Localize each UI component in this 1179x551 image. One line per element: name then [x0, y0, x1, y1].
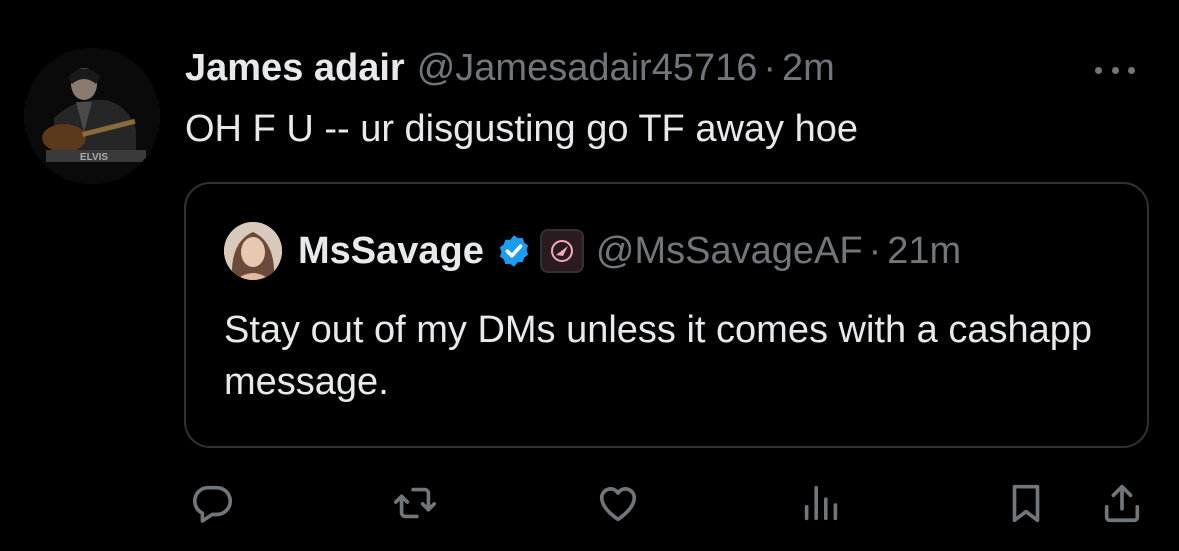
views-button[interactable]	[796, 478, 846, 528]
share-button[interactable]	[1097, 478, 1147, 528]
separator-dot: ·	[868, 230, 882, 272]
affiliation-badge-icon[interactable]	[539, 229, 584, 273]
more-dot	[1095, 66, 1102, 74]
quoted-tweet-header: MsSavage @MsSavageAF · 21m	[298, 228, 961, 274]
tweet[interactable]: ELVIS James adair @Jamesadair45716 · 2m …	[0, 0, 1179, 551]
quoted-tweet-timestamp[interactable]: 21m	[887, 228, 961, 274]
like-button[interactable]	[593, 478, 643, 528]
more-dot	[1111, 66, 1119, 74]
quoted-author-handle[interactable]: @MsSavageAF	[596, 228, 863, 274]
like-icon	[599, 487, 637, 522]
repost-button[interactable]	[390, 478, 440, 528]
bookmark-button[interactable]	[1001, 478, 1051, 528]
author-avatar-image: ELVIS	[24, 48, 160, 184]
author-handle[interactable]: @Jamesadair45716	[417, 46, 758, 90]
quoted-avatar-image	[224, 222, 282, 280]
quoted-author-name[interactable]: MsSavage	[298, 228, 484, 274]
author-name[interactable]: James adair	[185, 46, 405, 90]
affiliation-logo	[550, 240, 573, 262]
action-bar	[0, 478, 1179, 528]
more-options-icon[interactable]	[1095, 60, 1135, 80]
more-dot	[1128, 66, 1135, 74]
verified-badge-icon[interactable]	[496, 233, 532, 269]
tweet-timestamp[interactable]: 2m	[782, 46, 835, 90]
quoted-author-avatar[interactable]	[224, 222, 282, 280]
tweet-text: OH F U -- ur disgusting go TF away hoe	[185, 108, 858, 150]
quoted-tweet[interactable]: MsSavage @MsSavageAF · 21m Stay out of m…	[184, 182, 1149, 448]
bookmark-icon	[1012, 484, 1040, 523]
reply-button[interactable]	[187, 478, 237, 528]
separator-dot: ·	[763, 47, 777, 89]
reply-icon	[192, 485, 233, 523]
views-icon	[804, 485, 838, 521]
tweet-header: James adair @Jamesadair45716 · 2m	[185, 46, 835, 90]
quoted-tweet-text: Stay out of my DMs unless it comes with …	[224, 309, 1093, 403]
repost-icon	[394, 487, 436, 519]
author-avatar[interactable]: ELVIS	[24, 48, 160, 184]
svg-text:ELVIS: ELVIS	[80, 152, 108, 163]
share-icon	[1104, 484, 1140, 523]
